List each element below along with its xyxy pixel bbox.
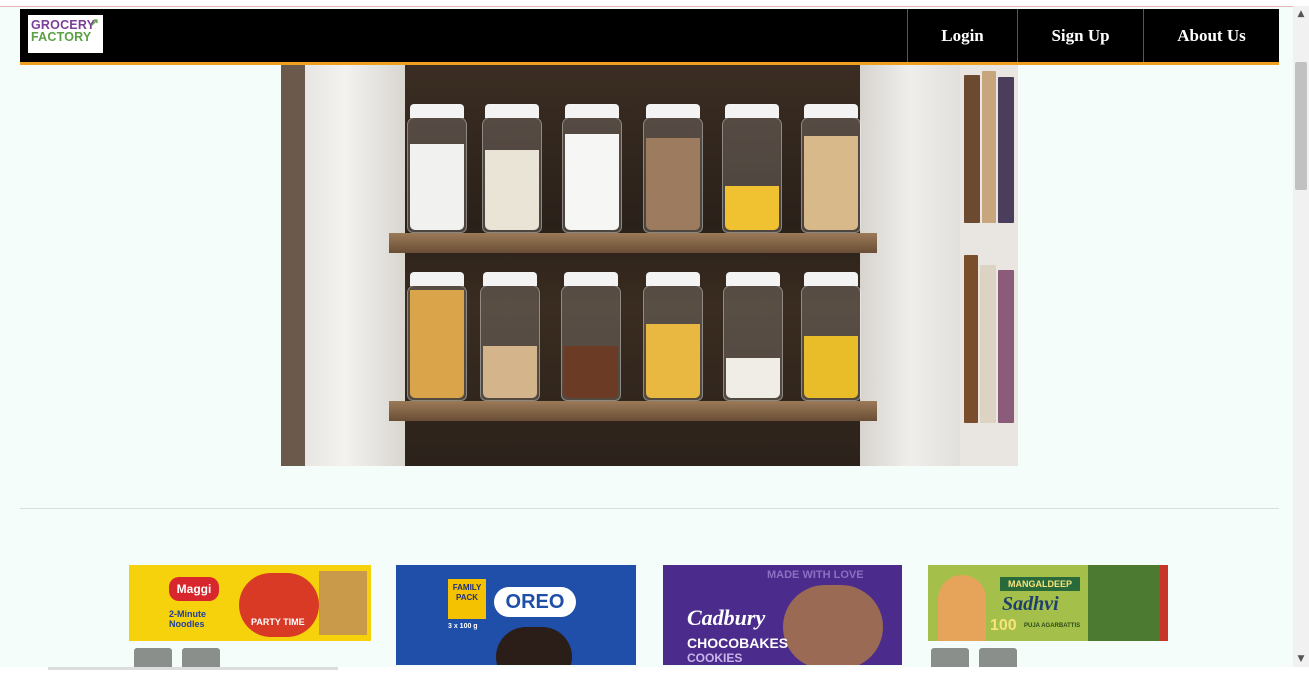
maggi-tag: PARTY TIME (251, 617, 305, 627)
sadhvi-brand: MANGALDEEP (1000, 577, 1080, 591)
jar (482, 104, 542, 233)
cadbury-brand: Cadbury (687, 605, 766, 630)
product-cadbury[interactable]: MADE WITH LOVE Cadbury CHOCOBAKES COOKIE… (663, 565, 902, 665)
product-oreo[interactable]: FAMILY PACK 3 x 100 g OREO (396, 565, 636, 665)
oreo-tag: FAMILY PACK (448, 579, 486, 619)
horizontal-scrollbar[interactable] (0, 667, 1309, 673)
logo-arrow-icon: ↗ (89, 17, 99, 29)
jar (801, 104, 861, 233)
shelf-bottom (389, 401, 877, 421)
jar (801, 272, 861, 401)
jar (643, 272, 703, 401)
jar (480, 272, 540, 401)
cadbury-top: MADE WITH LOVE (767, 569, 864, 581)
shelf-top (389, 233, 877, 253)
vertical-scrollbar[interactable]: ▲ ▼ (1293, 6, 1309, 667)
jar (722, 104, 782, 233)
oreo-count: 3 x 100 g (448, 623, 478, 630)
hero-image (281, 65, 1018, 466)
logo[interactable]: GROCERY FACTORY ↗ (28, 15, 103, 53)
section-divider (20, 508, 1279, 509)
sadhvi-sub: PUJA AGARBATTIS (1024, 623, 1081, 629)
scroll-down-icon[interactable]: ▼ (1293, 651, 1309, 667)
jar (562, 104, 622, 233)
logo-line-2: FACTORY (31, 30, 92, 44)
product-sadhvi[interactable]: MANGALDEEP Sadhvi 100 PUJA AGARBATTIS (928, 565, 1168, 641)
maggi-label: 2-Minute Noodles (169, 609, 206, 629)
nav-login-link[interactable]: Login (907, 9, 1017, 62)
nav-links: Login Sign Up About Us (907, 9, 1279, 62)
jar (643, 104, 703, 233)
sadhvi-name: Sadhvi (1002, 593, 1059, 615)
bookshelf (960, 65, 1018, 466)
jar (561, 272, 621, 401)
cadbury-sub: COOKIES (687, 651, 743, 665)
navbar: GROCERY FACTORY ↗ Login Sign Up About Us (20, 9, 1279, 65)
jar (407, 104, 467, 233)
oreo-brand: OREO (494, 587, 576, 617)
nav-signup-link[interactable]: Sign Up (1017, 9, 1143, 62)
maggi-brand: Maggi (169, 577, 219, 601)
product-maggi[interactable]: Maggi 2-Minute Noodles PARTY TIME (129, 565, 371, 641)
cadbury-name: CHOCOBAKES (687, 635, 789, 651)
scroll-up-icon[interactable]: ▲ (1293, 6, 1309, 22)
nav-about-link[interactable]: About Us (1143, 9, 1279, 62)
jar (407, 272, 467, 401)
jar (723, 272, 783, 401)
sadhvi-count: 100 (990, 617, 1017, 634)
scrollbar-thumb[interactable] (1295, 62, 1307, 190)
